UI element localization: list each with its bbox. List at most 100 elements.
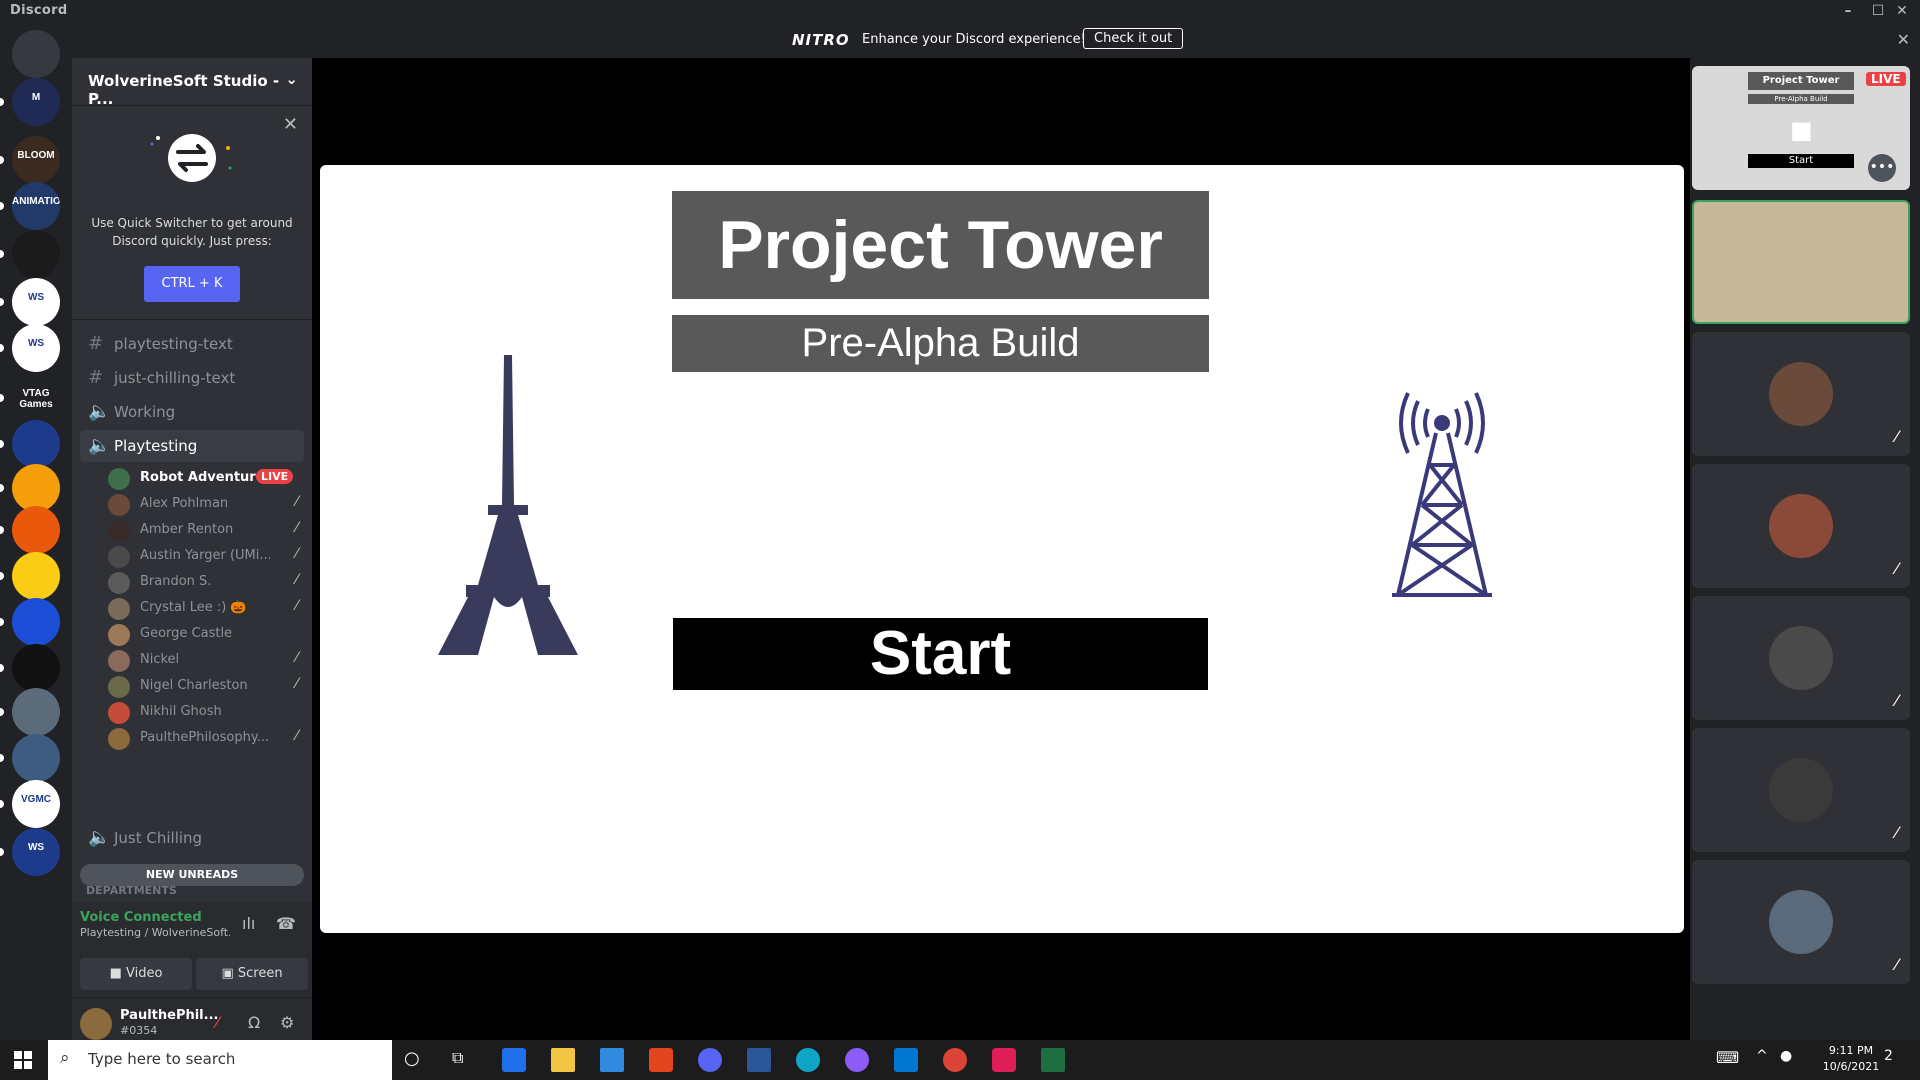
gear-icon[interactable]: ⚙ (280, 1013, 294, 1032)
notifications-icon[interactable]: 2 (1884, 1048, 1908, 1072)
server-icon[interactable]: M (12, 78, 60, 126)
speaker-icon: 🔈 (88, 827, 111, 848)
discord-home-icon[interactable] (12, 30, 60, 78)
server-icon[interactable] (12, 644, 60, 692)
server-icon[interactable]: WS (12, 324, 60, 372)
slack-icon[interactable] (992, 1048, 1016, 1072)
voice-user-name: Crystal Lee :) 🎃 (140, 600, 247, 615)
server-icon[interactable]: WS (12, 278, 60, 326)
participant-tile[interactable]: ⁄ (1692, 596, 1910, 720)
server-icon[interactable] (12, 464, 60, 512)
voice-user-name: PaulthePhilosophy... (140, 730, 270, 745)
github-icon[interactable] (845, 1048, 869, 1072)
voice-status-panel: Voice Connected Playtesting / WolverineS… (72, 902, 312, 998)
muted-mic-icon: ⁄ (295, 650, 298, 666)
avatar[interactable] (80, 1008, 112, 1040)
preview-start: Start (1748, 154, 1854, 168)
avatar (108, 728, 130, 750)
participant-tile[interactable]: ⁄ (1692, 332, 1910, 456)
participant-tile[interactable] (1692, 200, 1910, 324)
avatar (1769, 626, 1833, 690)
server-header[interactable]: WolverineSoft Studio - P... ⌄ (72, 58, 312, 108)
avatar (108, 650, 130, 672)
mail-icon[interactable] (600, 1048, 624, 1072)
noise-suppression-icon[interactable]: ılı (242, 914, 255, 933)
cortana-icon[interactable]: ○ (404, 1048, 428, 1072)
microphone-icon[interactable]: ● (1780, 1048, 1804, 1072)
server-icon[interactable]: VTAG Games (12, 374, 60, 422)
chevron-up-icon[interactable]: ^ (1756, 1048, 1780, 1072)
discord-taskbar-icon[interactable] (698, 1048, 722, 1072)
shortcut-button[interactable]: CTRL + K (144, 266, 240, 302)
headphones-icon[interactable]: Ω (248, 1013, 260, 1032)
disconnect-icon[interactable]: ☎ (276, 914, 296, 933)
screen-label: Screen (237, 966, 283, 981)
server-icon[interactable] (12, 734, 60, 782)
avatar (1769, 494, 1833, 558)
voice-user[interactable]: PaulthePhilosophy... ⁄ (108, 722, 304, 752)
nitro-cta-button[interactable]: Check it out (1083, 28, 1184, 49)
server-icon[interactable]: ANIMATION (12, 182, 60, 230)
muted-mic-icon: ⁄ (1895, 823, 1898, 842)
windows-start-icon[interactable] (14, 1051, 32, 1069)
video-button[interactable]: ■ Video (80, 958, 192, 990)
unread-pill (0, 440, 4, 448)
server-icon[interactable]: VGMC (12, 780, 60, 828)
muted-mic-icon: ⁄ (295, 728, 298, 744)
vscode-icon[interactable] (894, 1048, 918, 1072)
server-icon[interactable]: BLOOM (12, 136, 60, 184)
screen-share-button[interactable]: ▣ Screen (196, 958, 308, 990)
close-icon[interactable]: ✕ (283, 114, 298, 135)
username: PaulthePhil... (120, 1008, 219, 1023)
excel-icon[interactable] (1041, 1048, 1065, 1072)
unread-pill (0, 618, 4, 626)
server-name: WolverineSoft Studio - P... (88, 72, 280, 108)
taskbar-clock[interactable]: 9:11 PM 10/6/2021 (1820, 1043, 1882, 1075)
muted-mic-icon: ⁄ (295, 546, 298, 562)
muted-mic-icon: ⁄ (1895, 955, 1898, 974)
game-title: Project Tower (672, 191, 1209, 299)
participant-tile[interactable]: ⁄ (1692, 464, 1910, 588)
participant-tile[interactable]: ⁄ (1692, 728, 1910, 852)
mute-mic-icon[interactable]: ⁄ (216, 1013, 219, 1032)
word-icon[interactable] (747, 1048, 771, 1072)
channel-playtesting-text[interactable]: # playtesting-text (80, 328, 304, 360)
keyboard-icon[interactable]: ⌨ (1716, 1048, 1740, 1072)
voice-channel-working[interactable]: 🔈 Working (80, 396, 304, 428)
office-icon[interactable] (649, 1048, 673, 1072)
voice-connected-status[interactable]: Voice Connected (80, 910, 202, 925)
edge-icon[interactable] (796, 1048, 820, 1072)
server-icon-label: WS (27, 292, 45, 303)
start-button[interactable]: Start (673, 618, 1208, 690)
server-icon[interactable] (12, 688, 60, 736)
server-icon[interactable] (12, 552, 60, 600)
participant-tile[interactable]: ⁄ (1692, 860, 1910, 984)
avatar (108, 702, 130, 724)
muted-mic-icon: ⁄ (295, 598, 298, 614)
voice-channel-just-chilling[interactable]: 🔈 Just Chilling (80, 822, 304, 854)
nitro-banner: NITRO Enhance your Discord experience! C… (312, 22, 1920, 58)
voice-user-name: Amber Renton (140, 522, 234, 537)
screen-share-stream[interactable]: Project Tower Pre-Alpha Build Start (320, 165, 1684, 933)
quick-switcher-description: Use Quick Switcher to get around Discord… (91, 216, 293, 248)
more-options-icon[interactable]: ••• (1868, 154, 1896, 182)
server-icon[interactable] (12, 230, 60, 278)
file-explorer-icon[interactable] (551, 1048, 575, 1072)
dismiss-banner-icon[interactable]: ✕ (1897, 30, 1910, 49)
store-icon[interactable] (502, 1048, 526, 1072)
server-icon[interactable]: WS (12, 828, 60, 876)
taskbar-search-input[interactable]: ⌕ Type here to search (48, 1040, 392, 1080)
server-icon[interactable] (12, 598, 60, 646)
server-icon[interactable] (12, 420, 60, 468)
nitro-logo: NITRO (792, 31, 850, 49)
category-departments[interactable]: DEPARTMENTS (86, 884, 177, 898)
task-view-icon[interactable]: ⧉ (452, 1048, 476, 1072)
voice-channel-playtesting[interactable]: 🔈 Playtesting (80, 430, 304, 462)
chrome-icon[interactable] (943, 1048, 967, 1072)
voice-channel-path[interactable]: Playtesting / WolverineSoft... (80, 926, 230, 939)
stream-preview-tile[interactable]: Project Tower Pre-Alpha Build Start LIVE… (1692, 66, 1910, 190)
server-icon[interactable] (12, 506, 60, 554)
new-unreads-pill[interactable]: NEW UNREADS (80, 864, 304, 886)
close-window-icon[interactable]: ✕ (1884, 0, 1920, 22)
channel-just-chilling-text[interactable]: # just-chilling-text (80, 362, 304, 394)
